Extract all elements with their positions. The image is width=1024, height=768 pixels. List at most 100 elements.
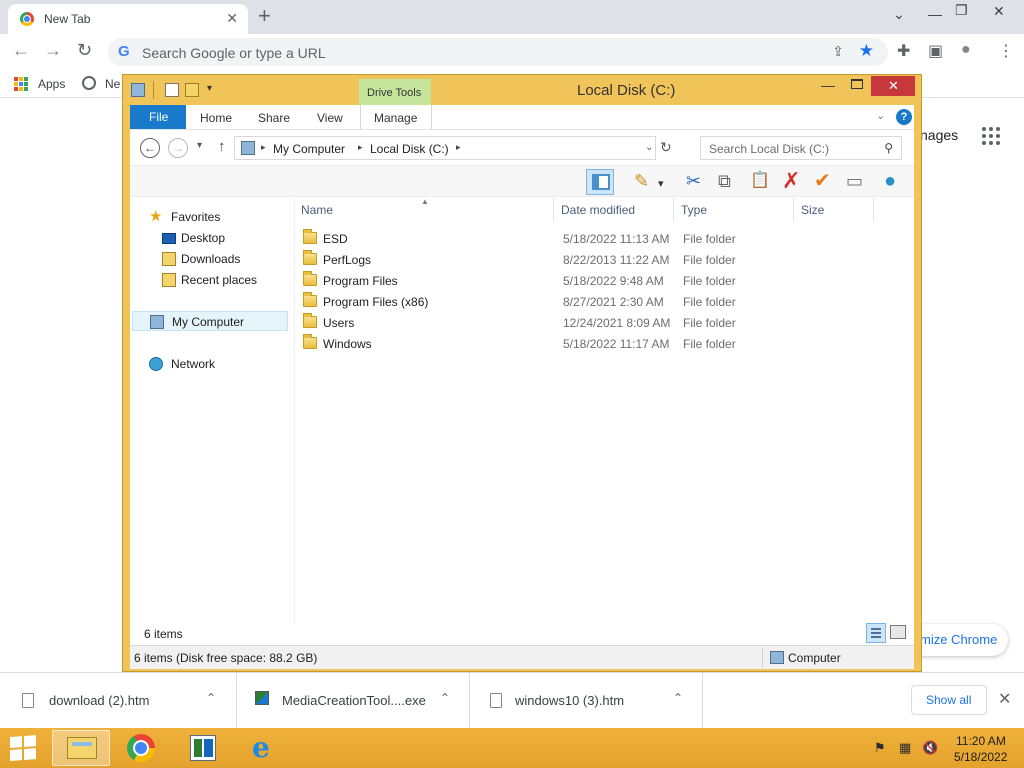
clock-time[interactable]: 11:20 AM <box>956 734 1006 748</box>
bookmark-star-icon[interactable]: ★ <box>859 41 874 61</box>
column-divider[interactable] <box>873 197 874 221</box>
column-divider[interactable] <box>673 197 674 221</box>
tab-view[interactable]: View <box>317 111 343 125</box>
bookmark-new[interactable]: Ne <box>105 77 120 91</box>
omnibox-placeholder[interactable]: Search Google or type a URL <box>142 45 326 61</box>
network-tray-icon[interactable]: ▦ <box>899 740 911 756</box>
rename-button[interactable]: ▭ <box>842 169 870 195</box>
column-header-name[interactable]: Name <box>301 203 333 217</box>
tab-new-tab[interactable]: New Tab ✕ <box>8 4 248 34</box>
up-level-button[interactable]: ↑ <box>218 138 226 155</box>
show-all-button[interactable]: Show all <box>911 685 987 715</box>
breadcrumb-my-computer[interactable]: My Computer <box>273 142 345 156</box>
taskbar-media-creation-tool[interactable] <box>174 730 232 766</box>
tab-manage[interactable]: Manage <box>360 105 432 129</box>
side-panel-icon[interactable]: ▣ <box>928 41 943 61</box>
quick-access-dropdown-icon[interactable]: ▾ <box>207 83 212 94</box>
minimize-button[interactable]: — <box>928 6 942 22</box>
properties-button[interactable]: ✎ <box>630 169 658 195</box>
address-bar[interactable]: ▸ My Computer ▸ Local Disk (C:) ▸ ⌄ <box>234 136 656 160</box>
table-row[interactable]: PerfLogs 8/22/2013 11:22 AM File folder <box>301 249 901 270</box>
google-apps-icon[interactable] <box>982 127 1000 145</box>
column-divider[interactable] <box>793 197 794 221</box>
column-header-size[interactable]: Size <box>801 203 824 217</box>
reload-button[interactable]: ↻ <box>77 40 92 61</box>
close-shelf-icon[interactable]: ✕ <box>998 689 1011 709</box>
table-row[interactable]: Users 12/24/2021 8:09 AM File folder <box>301 312 901 333</box>
action-center-flag-icon[interactable]: ⚑ <box>874 740 886 756</box>
table-row[interactable]: Windows 5/18/2022 11:17 AM File folder <box>301 333 901 354</box>
nav-network[interactable]: Network <box>130 354 290 374</box>
explorer-maximize-button[interactable] <box>851 79 863 89</box>
restore-button[interactable]: ❐ <box>955 2 968 19</box>
globe-button[interactable]: ● <box>880 169 908 195</box>
ribbon-expand-icon[interactable]: ⌄ <box>876 109 885 122</box>
breadcrumb-chevron-icon[interactable]: ▸ <box>456 142 461 153</box>
new-folder-icon[interactable] <box>185 83 199 97</box>
download-item[interactable]: windows10 (3).htm ⌃ <box>470 673 703 729</box>
explorer-forward-button[interactable]: → <box>168 138 188 158</box>
table-row[interactable]: ESD 5/18/2022 11:13 AM File folder <box>301 228 901 249</box>
omnibox[interactable]: G Search Google or type a URL ⇪ ★ <box>108 38 888 66</box>
title-bar[interactable]: ▾ Drive Tools Local Disk (C:) — ✕ <box>123 75 921 107</box>
nav-downloads[interactable]: Downloads <box>130 249 290 269</box>
chevron-up-icon[interactable]: ⌃ <box>673 691 683 705</box>
column-header-date-modified[interactable]: Date modified <box>561 203 635 217</box>
details-view-icon[interactable] <box>866 623 886 643</box>
tab-share[interactable]: Share <box>258 111 290 125</box>
download-item[interactable]: MediaCreationTool....exe ⌃ <box>237 673 470 729</box>
table-row[interactable]: Program Files (x86) 8/27/2021 2:30 AM Fi… <box>301 291 901 312</box>
explorer-back-button[interactable]: ← <box>140 138 160 158</box>
close-window-button[interactable]: ✕ <box>993 3 1005 20</box>
forward-button[interactable]: → <box>44 40 62 61</box>
nav-recent-places[interactable]: Recent places <box>130 270 290 290</box>
select-button[interactable]: ✔ <box>810 169 838 195</box>
computer-icon[interactable] <box>131 83 145 97</box>
copy-button[interactable]: ⧉ <box>714 169 742 195</box>
download-item[interactable]: download (2).htm ⌃ <box>0 673 237 729</box>
refresh-icon[interactable]: ↻ <box>660 139 672 156</box>
windows-start-icon[interactable] <box>10 735 38 761</box>
large-icons-view-icon[interactable] <box>890 625 906 639</box>
search-icon[interactable]: ⚲ <box>884 141 893 155</box>
tab-close-icon[interactable]: ✕ <box>226 10 238 27</box>
table-row[interactable]: Program Files 5/18/2022 9:48 AM File fol… <box>301 270 901 291</box>
search-input[interactable]: Search Local Disk (C:) ⚲ <box>700 136 902 160</box>
paste-button[interactable]: 📋 <box>746 169 774 195</box>
tab-file[interactable]: File <box>130 105 186 129</box>
explorer-close-button[interactable]: ✕ <box>871 76 915 96</box>
properties-dropdown[interactable]: ▾ <box>656 169 670 195</box>
preview-pane-button[interactable] <box>586 169 614 195</box>
column-divider[interactable] <box>553 197 554 221</box>
address-dropdown-icon[interactable]: ⌄ <box>645 142 653 153</box>
tab-home[interactable]: Home <box>200 111 232 125</box>
recent-locations-dropdown-icon[interactable]: ▾ <box>197 140 202 151</box>
breadcrumb-chevron-icon[interactable]: ▸ <box>358 142 363 153</box>
chevron-up-icon[interactable]: ⌃ <box>206 691 216 705</box>
chrome-menu-icon[interactable]: ⋮ <box>998 41 1014 61</box>
bookmark-apps[interactable]: Apps <box>38 77 65 91</box>
nav-desktop[interactable]: Desktop <box>130 228 290 248</box>
taskbar-internet-explorer[interactable]: e <box>236 730 294 766</box>
new-tab-button[interactable]: + <box>258 4 271 28</box>
share-icon[interactable]: ⇪ <box>832 43 844 60</box>
breadcrumb-local-disk[interactable]: Local Disk (C:) <box>370 142 449 156</box>
extensions-icon[interactable]: ✚ <box>897 41 910 61</box>
column-header-type[interactable]: Type <box>681 203 707 217</box>
cut-button[interactable]: ✂ <box>682 169 710 195</box>
tab-search-dropdown-icon[interactable]: ⌄ <box>893 6 905 23</box>
profile-avatar-icon[interactable]: ● <box>961 41 971 59</box>
help-icon[interactable]: ? <box>896 109 912 125</box>
images-link[interactable]: nages <box>920 127 958 143</box>
taskbar-file-explorer[interactable] <box>52 730 110 766</box>
nav-my-computer[interactable]: My Computer <box>132 311 288 331</box>
chevron-up-icon[interactable]: ⌃ <box>440 691 450 705</box>
delete-button[interactable]: ✗ <box>778 169 806 195</box>
volume-muted-icon[interactable]: 🔇 <box>922 740 938 756</box>
clock-date[interactable]: 5/18/2022 <box>954 750 1007 764</box>
apps-grid-icon[interactable] <box>14 77 28 91</box>
back-button[interactable]: ← <box>12 40 30 61</box>
properties-icon[interactable] <box>165 83 179 97</box>
nav-favorites[interactable]: ★ Favorites <box>130 207 290 227</box>
taskbar-chrome[interactable] <box>113 730 171 766</box>
